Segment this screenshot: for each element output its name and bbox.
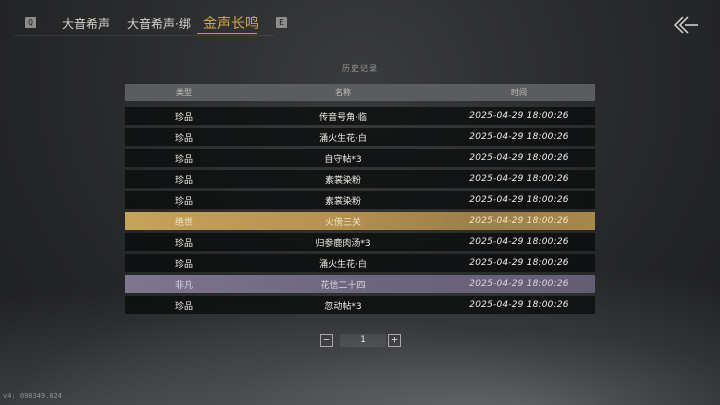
table-row[interactable]: 珍品 涌火生花·白 2025-04-29 18:00:26 xyxy=(125,254,595,272)
row-time: 2025-04-29 18:00:26 xyxy=(469,195,569,205)
table-row[interactable]: 珍品 素裳染粉 2025-04-29 18:00:26 xyxy=(125,191,595,209)
row-time: 2025-04-29 18:00:26 xyxy=(469,300,569,310)
table-row-rare[interactable]: 非凡 花信二十四 2025-04-29 18:00:26 xyxy=(125,275,595,293)
next-page-button[interactable]: + xyxy=(388,334,401,347)
tab-dayinxisheng[interactable]: 大音希声 xyxy=(62,15,110,32)
row-type: 珍品 xyxy=(174,112,193,123)
table-row[interactable]: 珍品 自守帖*3 2025-04-29 18:00:26 xyxy=(125,149,595,167)
row-time: 2025-04-29 18:00:26 xyxy=(469,111,569,121)
header-time: 时间 xyxy=(511,88,527,97)
row-name: 涌火生花·白 xyxy=(319,133,367,144)
row-time: 2025-04-29 18:00:26 xyxy=(469,174,569,184)
row-time: 2025-04-29 18:00:26 xyxy=(469,237,569,247)
row-type: 珍品 xyxy=(174,175,193,186)
history-table: 类型 名称 时间 珍品 传音号角·临 2025-04-29 18:00:26 珍… xyxy=(125,84,595,314)
table-header: 类型 名称 时间 xyxy=(125,84,595,101)
page-number-field[interactable]: 1 xyxy=(340,334,386,347)
row-time: 2025-04-29 18:00:26 xyxy=(469,258,569,268)
tab-jinshengchangming[interactable]: 金声长鸣 xyxy=(203,13,259,33)
history-title: 历史记录 xyxy=(342,64,378,73)
row-type: 珍品 xyxy=(174,259,193,270)
q-key-hint[interactable]: Q xyxy=(25,17,36,28)
row-name: 自守帖*3 xyxy=(324,154,362,165)
header-name: 名称 xyxy=(335,88,351,97)
header-type: 类型 xyxy=(176,88,192,97)
top-bar: Q 大音希声 大音希声·绑 金声长鸣 E xyxy=(0,0,720,44)
table-row-legendary[interactable]: 绝世 火傍三关 2025-04-29 18:00:26 xyxy=(125,212,595,230)
row-name: 素裳染粉 xyxy=(324,175,361,186)
table-row[interactable]: 珍品 素裳染粉 2025-04-29 18:00:26 xyxy=(125,170,595,188)
row-name: 涌火生花·白 xyxy=(319,259,367,270)
row-type: 非凡 xyxy=(174,280,193,291)
row-time: 2025-04-29 18:00:26 xyxy=(469,216,569,226)
row-type: 珍品 xyxy=(174,238,193,249)
active-tab-underline xyxy=(197,33,257,34)
row-type: 绝世 xyxy=(174,217,193,228)
row-type: 珍品 xyxy=(174,196,193,207)
table-row[interactable]: 珍品 传音号角·临 2025-04-29 18:00:26 xyxy=(125,107,595,125)
row-name: 素裳染粉 xyxy=(324,196,361,207)
table-row[interactable]: 珍品 归参鹿肉汤*3 2025-04-29 18:00:26 xyxy=(125,233,595,251)
table-row[interactable]: 珍品 忽动帖*3 2025-04-29 18:00:26 xyxy=(125,296,595,314)
row-time: 2025-04-29 18:00:26 xyxy=(469,153,569,163)
tab-dayinxisheng-bound[interactable]: 大音希声·绑 xyxy=(127,15,191,32)
row-type: 珍品 xyxy=(174,301,193,312)
row-name: 火傍三关 xyxy=(324,217,361,228)
row-type: 珍品 xyxy=(174,154,193,165)
coordinate-readout: v4: 098349.824 xyxy=(3,392,63,400)
pagination: − 1 + xyxy=(320,334,402,348)
row-type: 珍品 xyxy=(174,133,193,144)
table-row[interactable]: 珍品 涌火生花·白 2025-04-29 18:00:26 xyxy=(125,128,595,146)
row-name: 传音号角·临 xyxy=(319,112,367,123)
row-name: 花信二十四 xyxy=(320,280,366,291)
row-name: 忽动帖*3 xyxy=(324,301,362,312)
prev-page-button[interactable]: − xyxy=(320,334,333,347)
row-time: 2025-04-29 18:00:26 xyxy=(469,132,569,142)
tabs-divider xyxy=(14,35,274,36)
e-key-hint[interactable]: E xyxy=(276,17,287,28)
row-time: 2025-04-29 18:00:26 xyxy=(469,279,569,289)
back-arrow-icon[interactable] xyxy=(673,14,698,38)
row-name: 归参鹿肉汤*3 xyxy=(315,238,371,249)
